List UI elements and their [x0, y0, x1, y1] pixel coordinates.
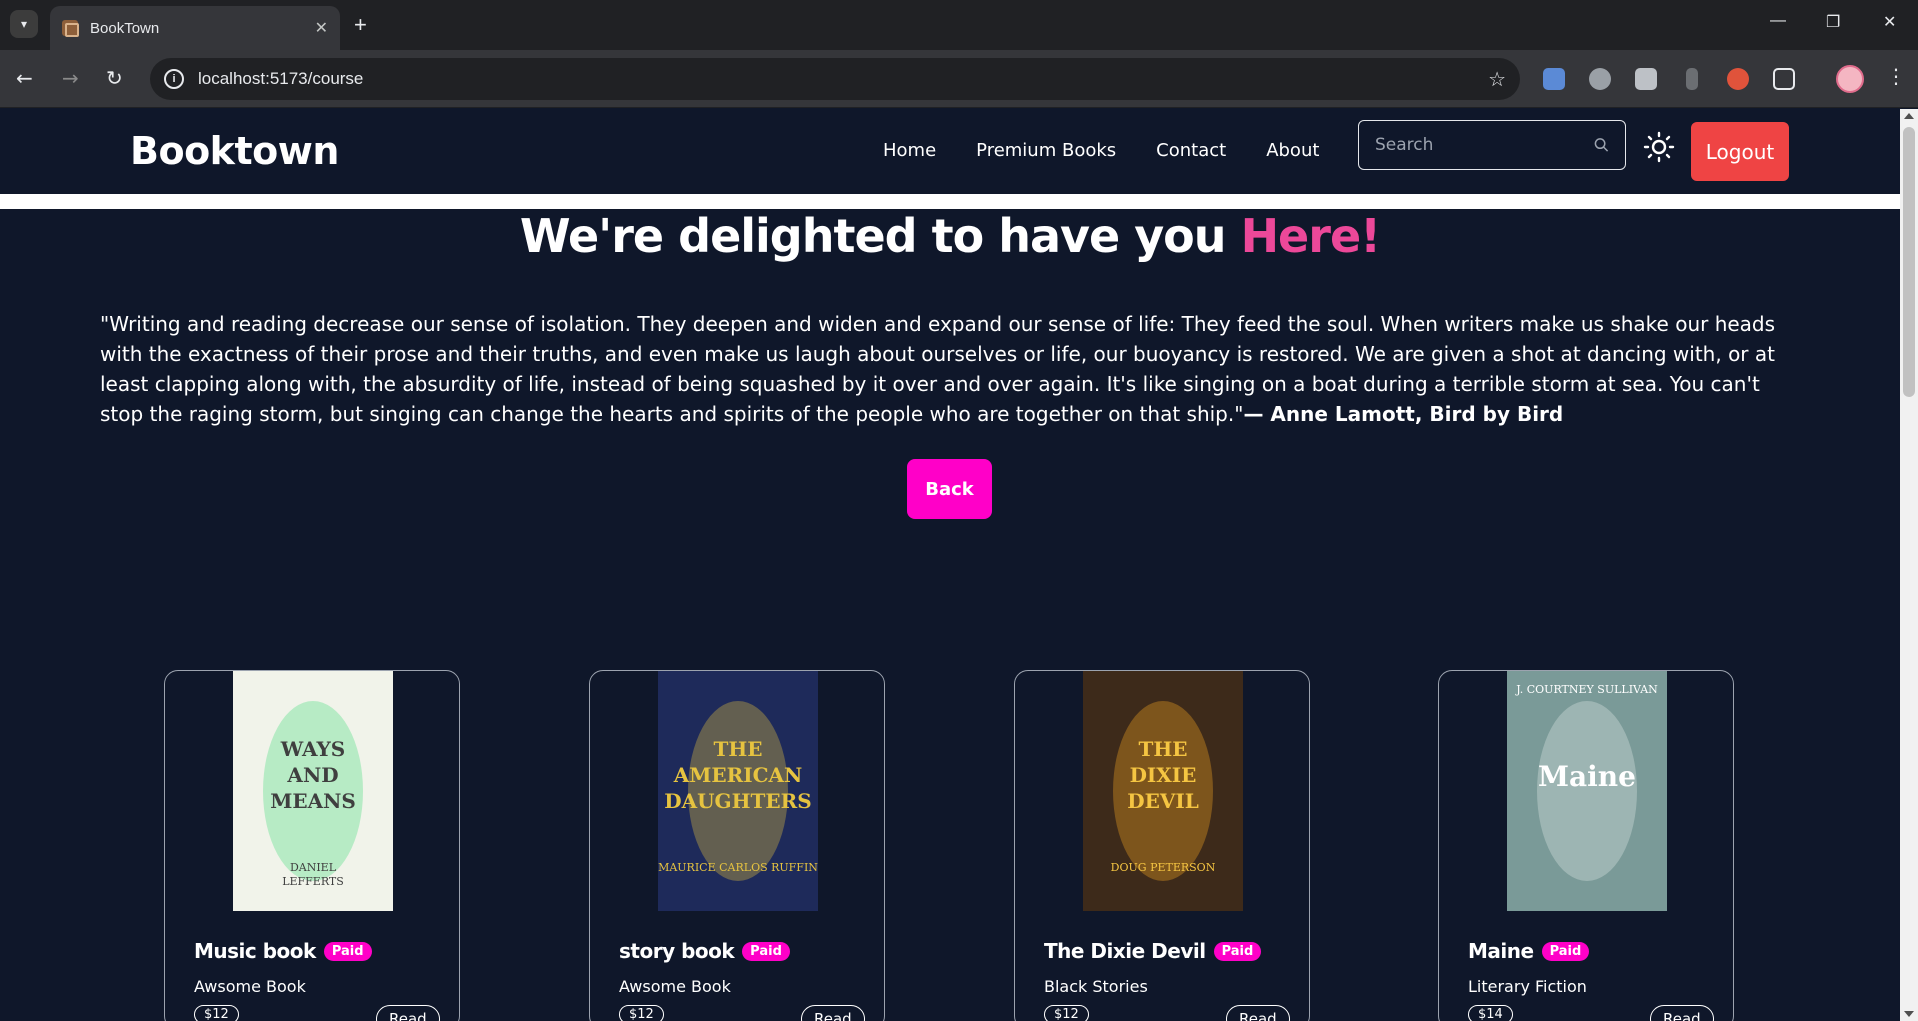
cover-title-text: THE	[1138, 737, 1187, 761]
card-title-row: story book Paid	[619, 939, 790, 963]
page-title: We're delighted to have you Here!	[0, 209, 1900, 263]
nav-link-contact[interactable]: Contact	[1156, 140, 1226, 161]
read-button[interactable]: Read	[1226, 1005, 1290, 1021]
cover-title-text: WAYS	[280, 737, 345, 761]
book-category: Black Stories	[1044, 977, 1148, 996]
book-card[interactable]: THE DIXIE DEVIL DOUG PETERSON The Dixie Dev…	[1014, 670, 1310, 1021]
nav-link-premium-books[interactable]: Premium Books	[976, 140, 1116, 161]
page-viewport: Booktown Home Premium Books Contact Abou…	[0, 109, 1900, 1021]
paid-badge: Paid	[323, 941, 372, 961]
scroll-up-icon[interactable]	[1904, 113, 1914, 119]
minimize-icon[interactable]: —	[1770, 12, 1786, 30]
book-category: Awsome Book	[194, 977, 306, 996]
browser-tab[interactable]: BookTown ✕	[50, 6, 340, 50]
read-button[interactable]: Read	[1650, 1005, 1714, 1021]
paid-badge: Paid	[1541, 941, 1590, 961]
extension-icon[interactable]	[1589, 68, 1611, 90]
cover-title-text: AND	[286, 763, 338, 787]
nav-links: Home Premium Books Contact About	[883, 140, 1319, 161]
book-title: Music book	[194, 939, 316, 963]
browser-toolbar: ← → ↻ i localhost:5173/course ☆ ⋮	[0, 50, 1918, 108]
card-title-row: The Dixie Devil Paid	[1044, 939, 1262, 963]
extension-icon[interactable]	[1543, 68, 1565, 90]
cover-author-text: MAURICE CARLOS RUFFIN	[658, 861, 818, 874]
back-button[interactable]: Back	[907, 459, 992, 519]
scroll-down-icon[interactable]	[1904, 1011, 1914, 1017]
brand-logo[interactable]: Booktown	[130, 129, 339, 173]
price-badge: $12	[619, 1005, 664, 1021]
cover-title-text: Maine	[1538, 760, 1636, 793]
search-icon[interactable]	[1594, 137, 1609, 153]
quote-author: — Anne Lamott, Bird by Bird	[1243, 402, 1564, 426]
scrollbar-thumb[interactable]	[1903, 127, 1915, 397]
book-title: Maine	[1468, 939, 1534, 963]
restore-icon[interactable]: ❐	[1826, 12, 1840, 32]
book-cover-image[interactable]: THEAMERICANDAUGHTERS MAURICE CARLOS RUFFI…	[658, 671, 818, 911]
book-title: story book	[619, 939, 735, 963]
page-scrollbar[interactable]	[1900, 109, 1918, 1021]
cover-author-text: DANIEL	[290, 861, 337, 874]
new-tab-icon[interactable]: +	[354, 12, 367, 38]
cover-title-text: DEVIL	[1127, 789, 1199, 813]
site-navbar: Booktown Home Premium Books Contact Abou…	[0, 109, 1900, 194]
book-category: Awsome Book	[619, 977, 731, 996]
quote-text: "Writing and reading decrease our sense …	[100, 309, 1800, 429]
extension-icon[interactable]	[1635, 68, 1657, 90]
site-favicon-icon	[62, 20, 79, 37]
book-cover-image[interactable]: WAYSANDMEANS DANIELLEFFERTS	[233, 671, 393, 911]
card-title-row: Music book Paid	[194, 939, 372, 963]
tab-title: BookTown	[90, 19, 160, 37]
profile-avatar[interactable]	[1836, 65, 1864, 93]
cover-author-text: DOUG PETERSON	[1111, 861, 1216, 874]
window-close-icon[interactable]: ✕	[1883, 12, 1896, 32]
price-badge: $12	[1044, 1005, 1089, 1021]
sun-theme-icon[interactable]	[1643, 131, 1675, 163]
cover-title-text: MEANS	[270, 789, 356, 813]
book-cover-image[interactable]: Maine J. COURTNEY SULLIVAN	[1507, 671, 1667, 911]
read-button[interactable]: Read	[376, 1005, 440, 1021]
address-bar[interactable]: i localhost:5173/course ☆	[150, 58, 1520, 100]
extension-icon[interactable]	[1727, 68, 1749, 90]
search-input[interactable]	[1375, 135, 1594, 155]
book-card[interactable]: THE AMERICAN DAUGHTERS MAURICE CARLOS RUFFI…	[589, 670, 885, 1021]
paid-badge: Paid	[742, 941, 790, 961]
book-category: Literary Fiction	[1468, 977, 1587, 996]
card-title-row: Maine Paid	[1468, 939, 1590, 963]
title-main: We're delighted to have you	[519, 209, 1241, 263]
price-badge: $14	[1468, 1005, 1513, 1021]
forward-arrow-icon[interactable]: →	[62, 66, 79, 90]
browser-tab-bar: ▾ BookTown ✕ + — ❐ ✕	[0, 0, 1918, 50]
tab-close-icon[interactable]: ✕	[315, 18, 328, 38]
search-box	[1358, 120, 1626, 170]
nav-link-about[interactable]: About	[1266, 140, 1319, 161]
book-card[interactable]: WAYS AND MEANS DANIEL LEFFERTS Music book Pa…	[164, 670, 460, 1021]
title-accent: Here!	[1240, 209, 1382, 263]
cover-author-text: LEFFERTS	[282, 875, 344, 888]
browser-menu-icon[interactable]: ⋮	[1886, 64, 1906, 88]
reload-icon[interactable]: ↻	[106, 66, 123, 90]
book-card[interactable]: Maine J. COURTNEY SULLIVAN Maine Paid Lit…	[1438, 670, 1734, 1021]
cover-title-text: THE	[713, 737, 762, 761]
cover-title-text: AMERICAN	[673, 763, 803, 787]
header-divider	[0, 194, 1900, 209]
cover-title-text: DAUGHTERS	[664, 789, 811, 813]
cover-title-text: DIXIE	[1130, 763, 1197, 787]
cover-author-text: J. COURTNEY SULLIVAN	[1515, 683, 1658, 696]
nav-link-home[interactable]: Home	[883, 140, 936, 161]
puzzle-extensions-icon[interactable]	[1773, 68, 1795, 90]
tab-search-icon[interactable]: ▾	[10, 10, 38, 38]
bookmark-star-icon[interactable]: ☆	[1488, 67, 1506, 92]
url-text[interactable]: localhost:5173/course	[198, 69, 1488, 89]
site-info-icon[interactable]: i	[164, 69, 184, 89]
back-arrow-icon[interactable]: ←	[16, 66, 33, 90]
read-button[interactable]: Read	[801, 1005, 865, 1021]
logout-button[interactable]: Logout	[1691, 122, 1789, 181]
book-cover-image[interactable]: THEDIXIEDEVIL DOUG PETERSON	[1083, 671, 1243, 911]
paid-badge: Paid	[1213, 941, 1262, 961]
book-title: The Dixie Devil	[1044, 939, 1206, 963]
price-badge: $12	[194, 1005, 239, 1021]
extension-icon[interactable]	[1686, 68, 1698, 90]
